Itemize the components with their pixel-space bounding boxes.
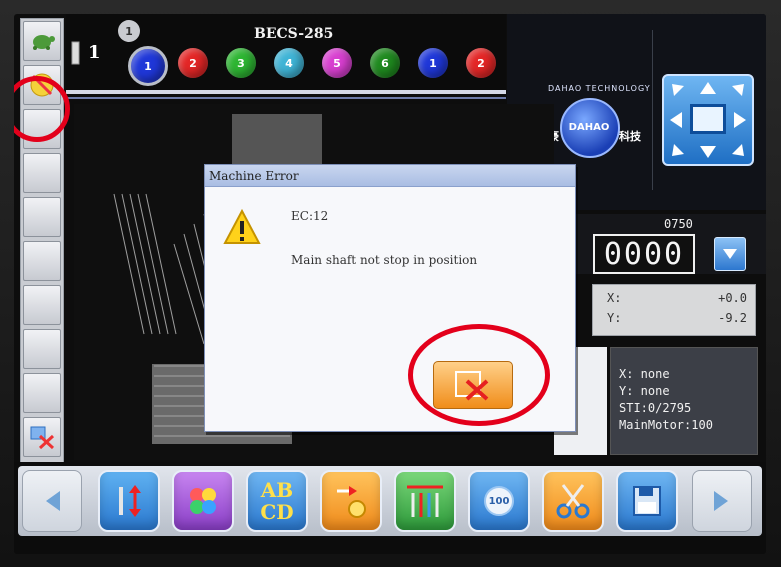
flower-pattern-icon — [190, 488, 216, 514]
sidebar-blank-button-5[interactable] — [23, 285, 61, 325]
chevron-left-icon — [46, 491, 60, 511]
status-y: Y: none — [619, 384, 670, 398]
sidebar-blank-button-3[interactable] — [23, 197, 61, 237]
letters-line-2: CD — [260, 500, 294, 524]
coord-y-row: Y: -9.2 — [607, 311, 747, 325]
needle-bar-divider — [66, 90, 506, 94]
needle-bar-divider-thin — [66, 97, 506, 99]
needle-color-1[interactable]: 1 — [128, 46, 168, 86]
head-indicator-icon — [71, 41, 80, 65]
sidebar-blank-button-7[interactable] — [23, 373, 61, 413]
counter-button[interactable]: 100 — [468, 470, 530, 532]
error-code: EC:12 — [291, 209, 329, 223]
frame-center-icon — [690, 104, 726, 134]
machine-screen: 1 1 BECS-285 12345612 DAHAO TECHNOLOGY D… — [14, 14, 766, 554]
sidebar-blank-button-4[interactable] — [23, 241, 61, 281]
logo-cn-right: 科技 — [619, 130, 641, 143]
needles-icon — [407, 485, 443, 517]
letters-line-1: AB — [260, 478, 294, 502]
status-panel: X: none Y: none STI:0/2795 MainMotor:100 — [610, 347, 758, 455]
gear-icon — [337, 486, 366, 518]
frame-move-pad[interactable] — [662, 74, 754, 166]
annotation-circle-close-button — [408, 324, 550, 426]
coord-x-label: X: — [607, 291, 622, 305]
floppy-disk-icon — [633, 486, 661, 516]
counter-dial-text: 100 — [488, 495, 510, 507]
counter-dropdown-button[interactable] — [714, 237, 746, 271]
status-stitches: STI:0/2795 — [619, 401, 692, 415]
coord-y-value: -9.2 — [718, 311, 747, 325]
coord-y-label: Y: — [607, 311, 622, 325]
chevron-down-icon — [723, 249, 737, 259]
letters-button[interactable]: AB CD — [246, 470, 308, 532]
error-message: Main shaft not stop in position — [291, 253, 478, 267]
needle-updown-icon — [119, 485, 141, 517]
chevron-right-icon — [714, 491, 728, 511]
toolbar-next-button[interactable] — [692, 470, 752, 532]
dialog-title: Machine Error — [205, 165, 575, 187]
needle-color-4[interactable]: 4 — [274, 48, 304, 78]
logo-arc-text: DAHAO TECHNOLOGY — [548, 84, 651, 93]
logo-badge-text: DAHAO — [568, 122, 610, 133]
settings-button[interactable] — [320, 470, 382, 532]
status-x: X: none — [619, 367, 670, 381]
coordinate-panel: X: +0.0 Y: -9.2 — [592, 284, 756, 336]
save-button[interactable] — [616, 470, 678, 532]
needle-color-8[interactable]: 2 — [466, 48, 496, 78]
needle-select-button[interactable] — [394, 470, 456, 532]
clear-pattern-button[interactable] — [23, 417, 61, 457]
trim-button[interactable] — [542, 470, 604, 532]
needle-color-7[interactable]: 1 — [418, 48, 448, 78]
turtle-speed-button[interactable] — [23, 21, 61, 61]
needle-color-2[interactable]: 2 — [178, 48, 208, 78]
coord-x-row: X: +0.0 — [607, 291, 747, 305]
needle-color-5[interactable]: 5 — [322, 48, 352, 78]
toolbar-prev-button[interactable] — [22, 470, 82, 532]
status-main-motor: MainMotor:100 — [619, 418, 713, 432]
stitch-counter-small: 0750 — [664, 217, 693, 231]
sidebar-blank-button-6[interactable] — [23, 329, 61, 369]
clear-pattern-icon — [30, 426, 55, 450]
head-number: 1 — [88, 42, 101, 63]
scissors-icon — [556, 484, 590, 519]
pattern-library-button[interactable] — [172, 470, 234, 532]
machine-model-title: BECS-285 — [254, 26, 334, 42]
needle-color-6[interactable]: 6 — [370, 48, 400, 78]
coord-x-value: +0.0 — [718, 291, 747, 305]
warning-icon — [223, 208, 261, 249]
needle-color-3[interactable]: 3 — [226, 48, 256, 78]
stitch-counter: 0000 — [593, 234, 695, 274]
turtle-icon — [33, 35, 55, 50]
active-needle-badge: 1 — [118, 20, 140, 42]
sidebar-blank-button-2[interactable] — [23, 153, 61, 193]
needle-position-button[interactable] — [98, 470, 160, 532]
logo-divider — [652, 30, 653, 190]
